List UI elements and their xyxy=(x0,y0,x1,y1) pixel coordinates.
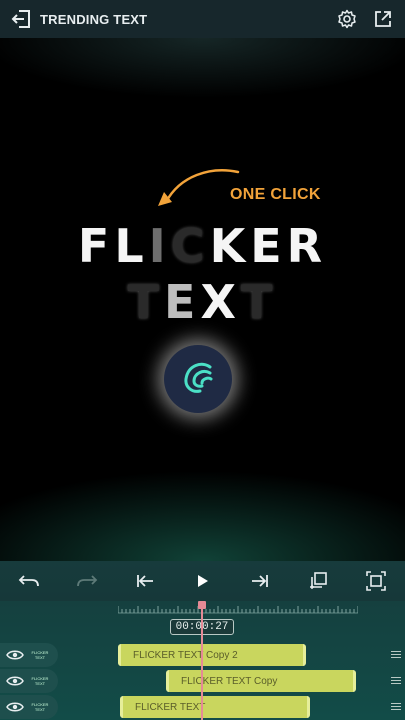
playhead[interactable] xyxy=(201,601,203,720)
text-letter-2: E xyxy=(164,275,201,329)
flicker-word: FLICKER xyxy=(0,218,405,274)
time-ruler xyxy=(118,606,358,614)
flicker-letter-1: F xyxy=(77,219,115,273)
flicker-letter-3: I xyxy=(148,219,171,273)
playhead-handle[interactable] xyxy=(198,601,206,609)
text-word: TEXT xyxy=(0,274,405,330)
exit-icon[interactable] xyxy=(4,0,38,38)
flicker-letter-6: E xyxy=(250,219,287,273)
clip-flicker-text[interactable]: FLICKER TEXT xyxy=(120,696,310,718)
playback-controls xyxy=(0,561,405,601)
annotation-text: ONE CLICK xyxy=(230,186,321,203)
drag-handle-icon[interactable] xyxy=(391,703,401,711)
project-title: TRENDING TEXT xyxy=(40,11,148,27)
text-letter-3: X xyxy=(200,275,241,329)
flicker-letter-7: R xyxy=(286,219,328,273)
preview-glow-bottom xyxy=(0,451,405,561)
visibility-eye-icon[interactable] xyxy=(0,649,30,661)
drag-handle-icon[interactable] xyxy=(391,677,401,685)
clip-flicker-copy-2[interactable]: FLICKER TEXT Copy 2 xyxy=(118,644,306,666)
track-header-1[interactable]: FLICKER TEXT xyxy=(0,643,58,667)
top-bar: TRENDING TEXT xyxy=(0,0,405,38)
flicker-letter-2: L xyxy=(114,219,149,273)
drag-handle-icon[interactable] xyxy=(391,651,401,659)
track-header-3[interactable]: FLICKER TEXT xyxy=(0,695,58,719)
track-thumbnail: FLICKER TEXT xyxy=(31,702,49,712)
track-header-2[interactable]: FLICKER TEXT xyxy=(0,669,58,693)
track-thumbnail: FLICKER TEXT xyxy=(31,650,49,660)
redo-icon[interactable] xyxy=(70,564,104,598)
share-icon[interactable] xyxy=(365,0,401,38)
text-letter-1: T xyxy=(127,275,165,329)
fit-screen-icon[interactable] xyxy=(359,564,393,598)
flicker-letter-4: C xyxy=(170,219,210,273)
app-logo xyxy=(164,345,232,413)
preview-glow-top xyxy=(0,38,405,128)
undo-icon[interactable] xyxy=(12,564,46,598)
text-letter-4: T xyxy=(240,275,278,329)
timeline[interactable]: 00:00:27 FLICKER TEXT FLICKER TEXT Copy … xyxy=(0,601,405,720)
duplicate-layer-icon[interactable] xyxy=(301,564,335,598)
clip-flicker-copy[interactable]: FLICKER TEXT Copy xyxy=(166,670,356,692)
play-icon[interactable] xyxy=(185,564,219,598)
gear-icon[interactable] xyxy=(329,0,365,38)
skip-to-start-icon[interactable] xyxy=(128,564,162,598)
visibility-eye-icon[interactable] xyxy=(0,701,30,713)
track-thumbnail: FLICKER TEXT xyxy=(31,676,49,686)
flicker-letter-5: K xyxy=(209,219,251,273)
skip-to-end-icon[interactable] xyxy=(243,564,277,598)
visibility-eye-icon[interactable] xyxy=(0,675,30,687)
video-preview[interactable]: ONE CLICK FLICKER TEXT xyxy=(0,38,405,561)
